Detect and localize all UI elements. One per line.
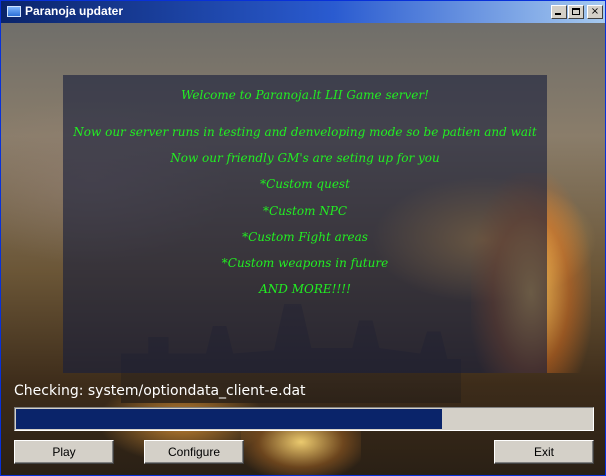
window-title: Paranoja updater	[25, 4, 124, 18]
progress-fill	[16, 409, 442, 429]
news-line: *Custom quest	[260, 177, 350, 191]
progress-bar	[14, 407, 594, 431]
play-button[interactable]: Play	[14, 440, 114, 464]
minimize-button[interactable]	[551, 5, 567, 19]
news-line: *Custom Fight areas	[242, 230, 368, 244]
title-bar[interactable]: Paranoja updater ×	[1, 1, 605, 23]
news-line: AND MORE!!!!	[259, 282, 351, 296]
exit-button[interactable]: Exit	[494, 440, 594, 464]
status-text: Checking: system/optiondata_client-e.dat	[14, 383, 306, 399]
app-icon	[7, 6, 21, 17]
maximize-icon	[572, 8, 580, 15]
news-line: Now our friendly GM's are seting up for …	[170, 151, 440, 165]
close-button[interactable]: ×	[587, 5, 603, 19]
news-panel: Welcome to Paranoja.lt LII Game server! …	[63, 75, 547, 373]
close-icon: ×	[590, 6, 600, 17]
updater-window: Paranoja updater × Welcome to Paranoja.l…	[0, 0, 606, 476]
minimize-icon	[555, 13, 561, 15]
news-line: Welcome to Paranoja.lt LII Game server!	[181, 88, 429, 102]
maximize-button[interactable]	[568, 5, 584, 19]
news-line: *Custom weapons in future	[221, 256, 389, 270]
configure-button[interactable]: Configure	[144, 440, 244, 464]
news-line: Now our server runs in testing and denve…	[73, 125, 537, 139]
news-line: *Custom NPC	[262, 204, 348, 218]
